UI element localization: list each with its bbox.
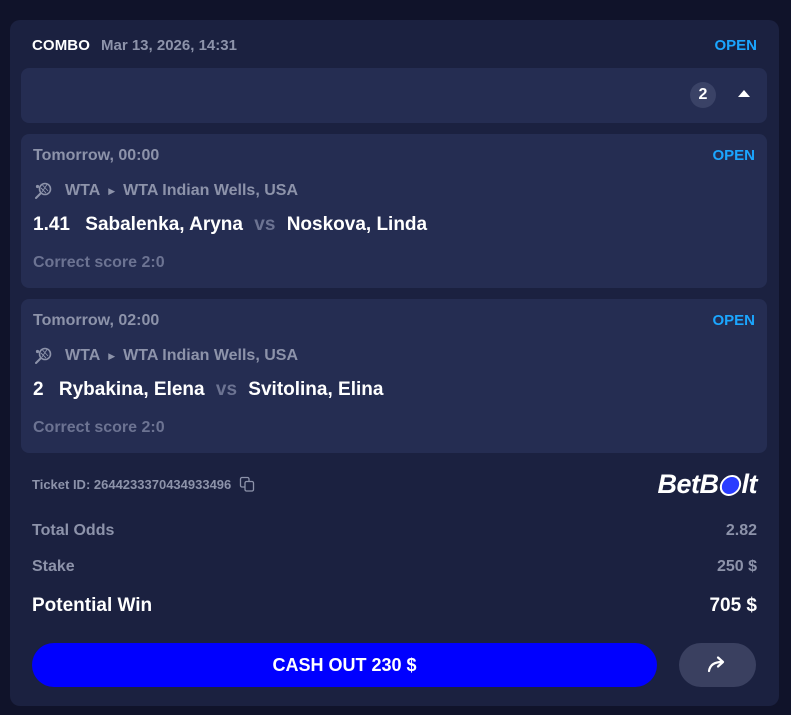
ticket-id: Ticket ID: 2644233370434933496 [32,476,232,492]
brand-coin-icon [717,475,743,496]
bet-ticket-card: COMBO Mar 13, 2026, 14:31 OPEN 2 Tomorro… [10,20,779,706]
league-breadcrumb: WTA ▶ WTA Indian Wells, USA [33,181,298,201]
event-time: Tomorrow, 02:00 [33,312,160,329]
tennis-icon [35,347,52,364]
total-odds-row: Total Odds 2.82 [32,522,757,540]
breadcrumb-separator-icon: ▶ [108,185,116,196]
ticket-id-row: Ticket ID: 2644233370434933496 [32,476,255,492]
selections-toggle[interactable]: 2 [21,68,767,123]
selection-odds: 1.41 [33,214,70,235]
bet-type-label: COMBO [32,36,90,54]
selection-status: OPEN [712,147,755,164]
breadcrumb-separator-icon: ▶ [108,350,116,361]
market-label: Correct score 2:0 [33,419,165,436]
bet-status-badge: OPEN [714,36,757,54]
brand-logo-text: BetB [657,469,719,499]
selection-card: Tomorrow, 00:00 OPEN WTA ▶ WTA Indian We… [21,134,767,288]
ticket-header: COMBO Mar 13, 2026, 14:31 OPEN [32,36,757,54]
stake-label: Stake [32,558,75,575]
away-player: Noskova, Linda [286,214,428,235]
selection-status: OPEN [712,312,755,329]
market-label: Correct score 2:0 [33,254,165,271]
selection-count-badge: 2 [690,82,716,108]
brand-logo: BetB lt [657,469,757,500]
event-time: Tomorrow, 00:00 [33,147,160,164]
cash-out-button[interactable]: CASH OUT 230 $ [32,643,657,687]
total-odds-value: 2.82 [725,522,757,539]
match-line: 1.41 Sabalenka, Aryna vs Noskova, Linda [33,214,427,236]
home-player: Rybakina, Elena [58,379,205,400]
share-arrow-icon [707,656,724,673]
stake-value: 250 $ [716,558,757,575]
league-name[interactable]: WTA [65,347,100,365]
tournament-name[interactable]: WTA Indian Wells, USA [123,347,298,365]
match-line: 2 Rybakina, Elena vs Svitolina, Elina [33,379,383,401]
tennis-icon [35,182,52,199]
selection-odds: 2 [33,379,44,400]
chevron-up-icon[interactable] [738,90,750,97]
share-button[interactable] [679,643,756,687]
tournament-name[interactable]: WTA Indian Wells, USA [123,182,298,200]
league-breadcrumb: WTA ▶ WTA Indian Wells, USA [33,346,298,366]
away-player: Svitolina, Elina [248,379,384,400]
page-background: COMBO Mar 13, 2026, 14:31 OPEN 2 Tomorro… [0,0,791,715]
copy-icon[interactable] [239,476,255,492]
potential-win-value: 705 $ [709,595,757,616]
league-name[interactable]: WTA [65,182,100,200]
potential-win-label: Potential Win [32,595,153,616]
potential-win-row: Potential Win 705 $ [32,595,757,617]
versus-label: vs [215,379,238,400]
stake-row: Stake 250 $ [32,558,757,576]
versus-label: vs [254,214,276,235]
home-player: Sabalenka, Aryna [85,214,243,235]
brand-logo-text-end: lt [741,469,758,499]
selection-card: Tomorrow, 02:00 OPEN WTA ▶ WTA Indian We… [21,299,767,453]
total-odds-label: Total Odds [32,522,115,539]
placed-at-date: Mar 13, 2026, 14:31 [101,36,237,54]
